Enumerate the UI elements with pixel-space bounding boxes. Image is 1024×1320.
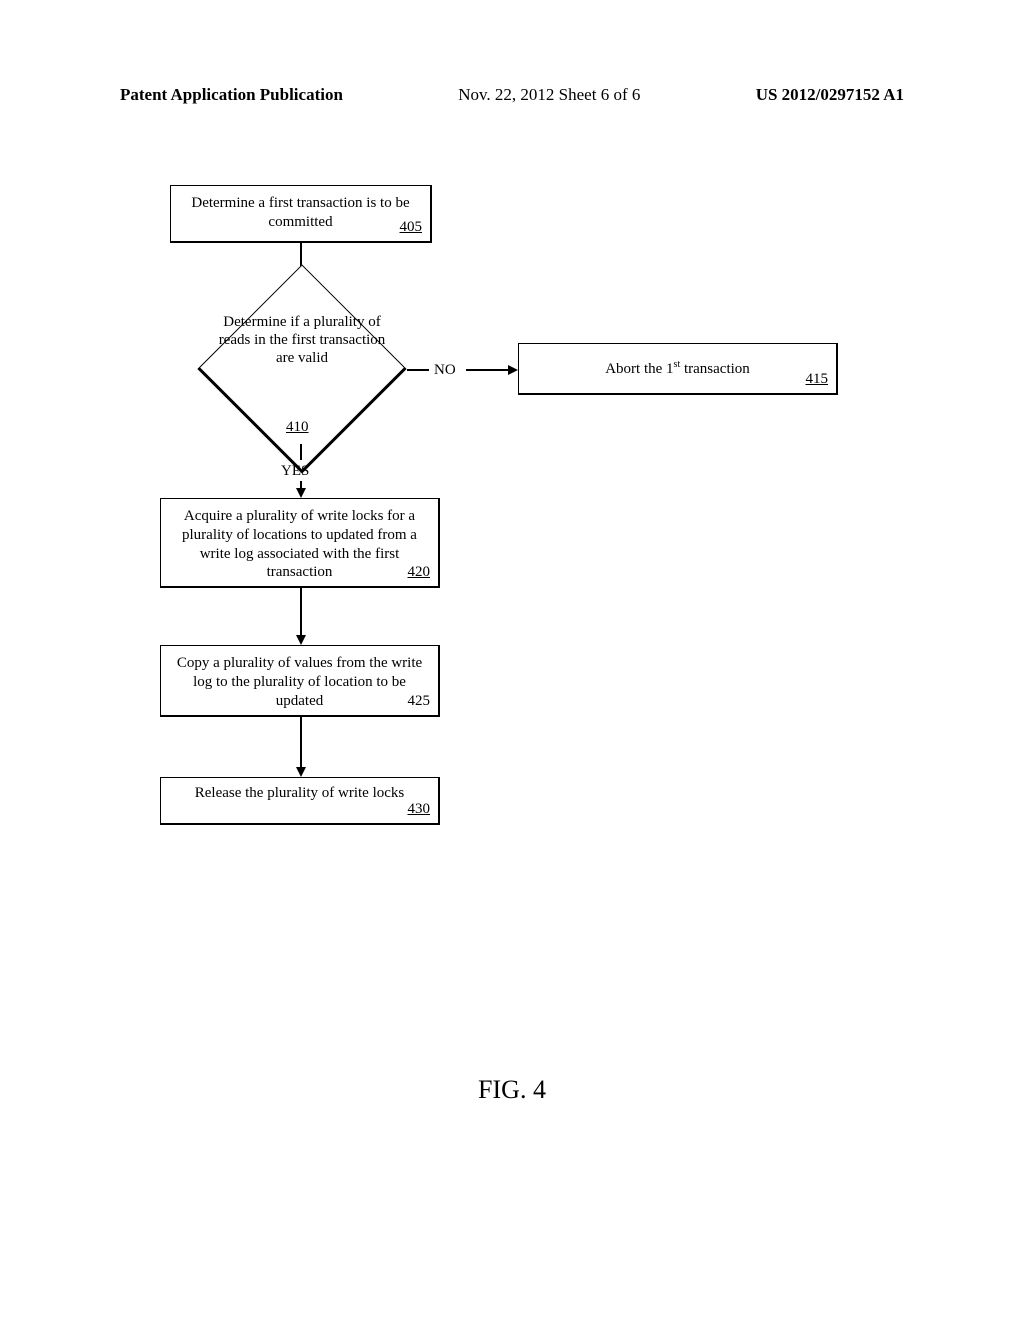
box-430-text: Release the plurality of write locks <box>195 784 405 803</box>
box-420-text: Acquire a plurality of write locks for a… <box>182 508 417 580</box>
header-pub-number: US 2012/0297152 A1 <box>756 85 904 105</box>
figure-caption: FIG. 4 <box>0 1075 1024 1105</box>
flow-arrow-head-down-icon <box>296 635 306 645</box>
flow-arrow-line <box>300 588 302 636</box>
flow-arrow-line <box>300 717 302 767</box>
header-date-sheet: Nov. 22, 2012 Sheet 6 of 6 <box>458 85 640 105</box>
box-405-ref: 405 <box>400 218 423 237</box>
box-420-ref: 420 <box>408 563 431 582</box>
flowchart-container: Determine a first transaction is to be c… <box>150 185 870 905</box>
box-425-ref: 425 <box>408 692 431 711</box>
flow-arrow-line <box>300 444 302 460</box>
flowchart-box-420: Acquire a plurality of write locks for a… <box>160 498 440 588</box>
flowchart-box-425: Copy a plurality of values from the writ… <box>160 645 440 717</box>
decision-410-text: Determine if a plurality of reads in the… <box>210 313 394 367</box>
flow-arrow-head-right-icon <box>508 365 518 375</box>
flowchart-box-415: Abort the 1st transaction 415 <box>518 343 838 395</box>
header-publication-type: Patent Application Publication <box>120 85 343 105</box>
flow-arrow-head-down-icon <box>296 488 306 498</box>
flow-arrow-line <box>466 369 510 371</box>
box-430-ref: 430 <box>408 800 431 819</box>
decision-yes-label: YES <box>281 463 309 480</box>
box-405-text: Determine a first transaction is to be c… <box>191 195 409 230</box>
flowchart-decision-410 <box>197 264 406 473</box>
flowchart-box-430: Release the plurality of write locks 430 <box>160 777 440 825</box>
box-425-text: Copy a plurality of values from the writ… <box>177 655 422 709</box>
page-header: Patent Application Publication Nov. 22, … <box>0 85 1024 105</box>
flow-arrow-head-down-icon <box>296 767 306 777</box>
flow-arrow-line <box>407 369 429 371</box>
decision-no-label: NO <box>434 362 456 379</box>
box-415-ref: 415 <box>806 370 829 389</box>
flowchart-box-405: Determine a first transaction is to be c… <box>170 185 432 243</box>
decision-410-ref: 410 <box>286 419 309 436</box>
box-415-text: Abort the 1st transaction <box>605 359 750 379</box>
